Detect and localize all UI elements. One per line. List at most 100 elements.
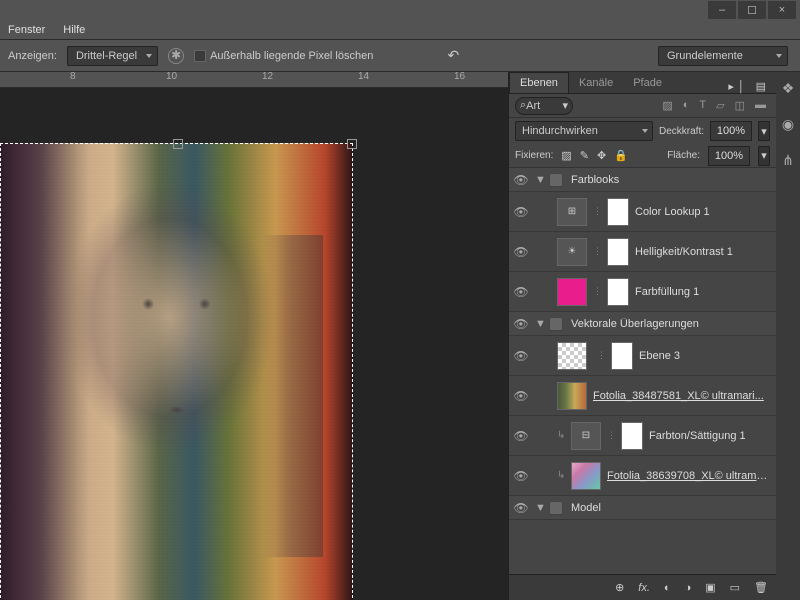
layer-row[interactable]: 👁 Fotolia_38487581_XL© ultramari... xyxy=(509,376,776,416)
layer-name: Farblooks xyxy=(571,174,772,186)
layer-thumb[interactable] xyxy=(557,342,587,370)
layer-name: Farbfüllung 1 xyxy=(635,286,772,298)
layer-name: Vektorale Überlagerungen xyxy=(571,318,772,330)
canvas[interactable] xyxy=(0,88,508,600)
layer-name: Model xyxy=(571,502,772,514)
new-layer-icon[interactable]: ▭ xyxy=(730,581,740,594)
fx-icon[interactable]: fx. xyxy=(638,582,650,594)
menu-fenster[interactable]: Fenster xyxy=(8,24,45,36)
paths-icon[interactable]: ⋔ xyxy=(778,150,798,170)
group-icon[interactable]: ▣ xyxy=(705,581,715,594)
fill-input[interactable]: 100% xyxy=(708,146,750,166)
mask-thumb[interactable] xyxy=(607,198,629,226)
layer-thumb[interactable] xyxy=(571,462,601,490)
folder-icon xyxy=(549,173,563,187)
adjustment-thumb[interactable]: ☀ xyxy=(557,238,587,266)
mask-thumb[interactable] xyxy=(621,422,643,450)
filter-smart-icon[interactable]: ◫ xyxy=(735,99,745,112)
layer-row[interactable]: 👁 ↳ ⊟ ⋮ Farbton/Sättigung 1 xyxy=(509,416,776,456)
adjustment-thumb[interactable]: ⊟ xyxy=(571,422,601,450)
opacity-input[interactable]: 100% xyxy=(710,121,752,141)
visibility-icon[interactable]: 👁 xyxy=(513,316,529,332)
lock-position-icon[interactable]: ✥ xyxy=(597,149,606,162)
menu-bar: Fenster Hilfe xyxy=(0,20,800,40)
lock-transparency-icon[interactable]: ▨ xyxy=(561,149,571,162)
layer-filter-dropdown[interactable]: ⌕ Art ▾ xyxy=(515,97,573,115)
collapsed-panels: ❖ ◉ ⋔ xyxy=(776,72,800,600)
opacity-label: Deckkraft: xyxy=(659,126,704,137)
layers-footer: ⊕ fx. ◐ ◑ ▣ ▭ 🗑 xyxy=(509,574,776,600)
visibility-icon[interactable]: 👁 xyxy=(513,388,529,404)
layer-row[interactable]: 👁☀⋮Helligkeit/Kontrast 1 xyxy=(509,232,776,272)
options-bar: Anzeigen: Drittel-Regel Außerhalb liegen… xyxy=(0,40,800,72)
panel-expand-icon[interactable]: ▸│ xyxy=(728,81,748,93)
tab-ebenen[interactable]: Ebenen xyxy=(509,72,569,93)
layers-stack-icon[interactable]: ❖ xyxy=(778,78,798,98)
layer-name: Ebene 3 xyxy=(639,350,772,362)
visibility-icon[interactable]: 👁 xyxy=(513,428,529,444)
channels-icon[interactable]: ◉ xyxy=(778,114,798,134)
close-button[interactable]: × xyxy=(768,1,796,19)
gear-icon[interactable] xyxy=(168,48,184,64)
disclosure-icon[interactable]: ▼ xyxy=(535,318,543,330)
layer-row[interactable]: 👁 ▼ Farblooks xyxy=(509,168,776,192)
link-icon: ⋮ xyxy=(607,430,615,441)
layer-name: Fotolia_38487581_XL© ultramari... xyxy=(593,390,772,402)
folder-icon xyxy=(549,317,563,331)
visibility-icon[interactable]: 👁 xyxy=(513,468,529,484)
filter-toggle-icon[interactable]: ▬ xyxy=(755,99,766,112)
filter-adjust-icon[interactable]: ◐ xyxy=(683,99,690,112)
disclosure-icon[interactable]: ▼ xyxy=(535,502,543,514)
reset-icon[interactable]: ↶ xyxy=(443,46,463,66)
mask-thumb[interactable] xyxy=(607,278,629,306)
filter-pixel-icon[interactable]: ▨ xyxy=(662,99,672,112)
mask-thumb[interactable] xyxy=(611,342,633,370)
trash-icon[interactable]: 🗑 xyxy=(754,581,768,594)
layer-thumb[interactable] xyxy=(557,382,587,410)
visibility-icon[interactable]: 👁 xyxy=(513,348,529,364)
clip-icon: ↳ xyxy=(557,430,565,441)
adjustment-thumb[interactable]: ⊞ xyxy=(557,198,587,226)
lock-all-icon[interactable]: 🔒 xyxy=(614,149,628,162)
panel-menu-icon[interactable]: ▤ xyxy=(756,81,770,93)
visibility-icon[interactable]: 👁 xyxy=(513,204,529,220)
link-layers-icon[interactable]: ⊕ xyxy=(615,581,624,594)
link-icon: ⋮ xyxy=(593,206,601,217)
filter-shape-icon[interactable]: ▱ xyxy=(716,99,724,112)
visibility-icon[interactable]: 👁 xyxy=(513,244,529,260)
blend-mode-dropdown[interactable]: Hindurchwirken xyxy=(515,121,653,141)
visibility-icon[interactable]: 👁 xyxy=(513,284,529,300)
layer-row[interactable]: 👁⊞⋮Color Lookup 1 xyxy=(509,192,776,232)
tab-kanale[interactable]: Kanäle xyxy=(569,73,623,93)
layer-name: Farbton/Sättigung 1 xyxy=(649,430,772,442)
maximize-button[interactable]: ☐ xyxy=(738,1,766,19)
layer-row[interactable]: 👁↳Fotolia_38639708_XL© ultramari... xyxy=(509,456,776,496)
minimize-button[interactable]: – xyxy=(708,1,736,19)
adjustment-icon[interactable]: ◑ xyxy=(685,582,692,594)
tab-pfade[interactable]: Pfade xyxy=(623,73,672,93)
filter-type-icon[interactable]: T xyxy=(699,99,706,112)
delete-pixels-label: Außerhalb liegende Pixel löschen xyxy=(210,50,373,62)
visibility-icon[interactable]: 👁 xyxy=(513,500,529,516)
visibility-icon[interactable]: 👁 xyxy=(513,172,529,188)
layer-name: Helligkeit/Kontrast 1 xyxy=(635,246,772,258)
layer-row[interactable]: 👁⋮Farbfüllung 1 xyxy=(509,272,776,312)
selection-marquee[interactable] xyxy=(0,143,353,600)
anzeigen-label: Anzeigen: xyxy=(8,50,57,62)
panel-tabs: Ebenen Kanäle Pfade ▸│ ▤ xyxy=(509,72,776,94)
fill-thumb[interactable] xyxy=(557,278,587,306)
layer-row[interactable]: 👁 ▼ Model xyxy=(509,496,776,520)
opacity-arrow-icon[interactable]: ▾ xyxy=(758,121,770,141)
disclosure-icon[interactable]: ▼ xyxy=(535,174,543,186)
menu-hilfe[interactable]: Hilfe xyxy=(63,24,85,36)
delete-pixels-checkbox[interactable] xyxy=(194,50,206,62)
layer-row[interactable]: 👁⋮Ebene 3 xyxy=(509,336,776,376)
workspace-dropdown[interactable]: Grundelemente xyxy=(658,46,788,66)
layer-row[interactable]: 👁 ▼ Vektorale Überlagerungen xyxy=(509,312,776,336)
mask-thumb[interactable] xyxy=(607,238,629,266)
fill-arrow-icon[interactable]: ▾ xyxy=(758,146,770,166)
lock-pixels-icon[interactable]: ✎ xyxy=(580,149,589,162)
mask-icon[interactable]: ◐ xyxy=(664,582,671,594)
crop-rule-dropdown[interactable]: Drittel-Regel xyxy=(67,46,158,66)
clip-icon: ↳ xyxy=(557,470,565,481)
